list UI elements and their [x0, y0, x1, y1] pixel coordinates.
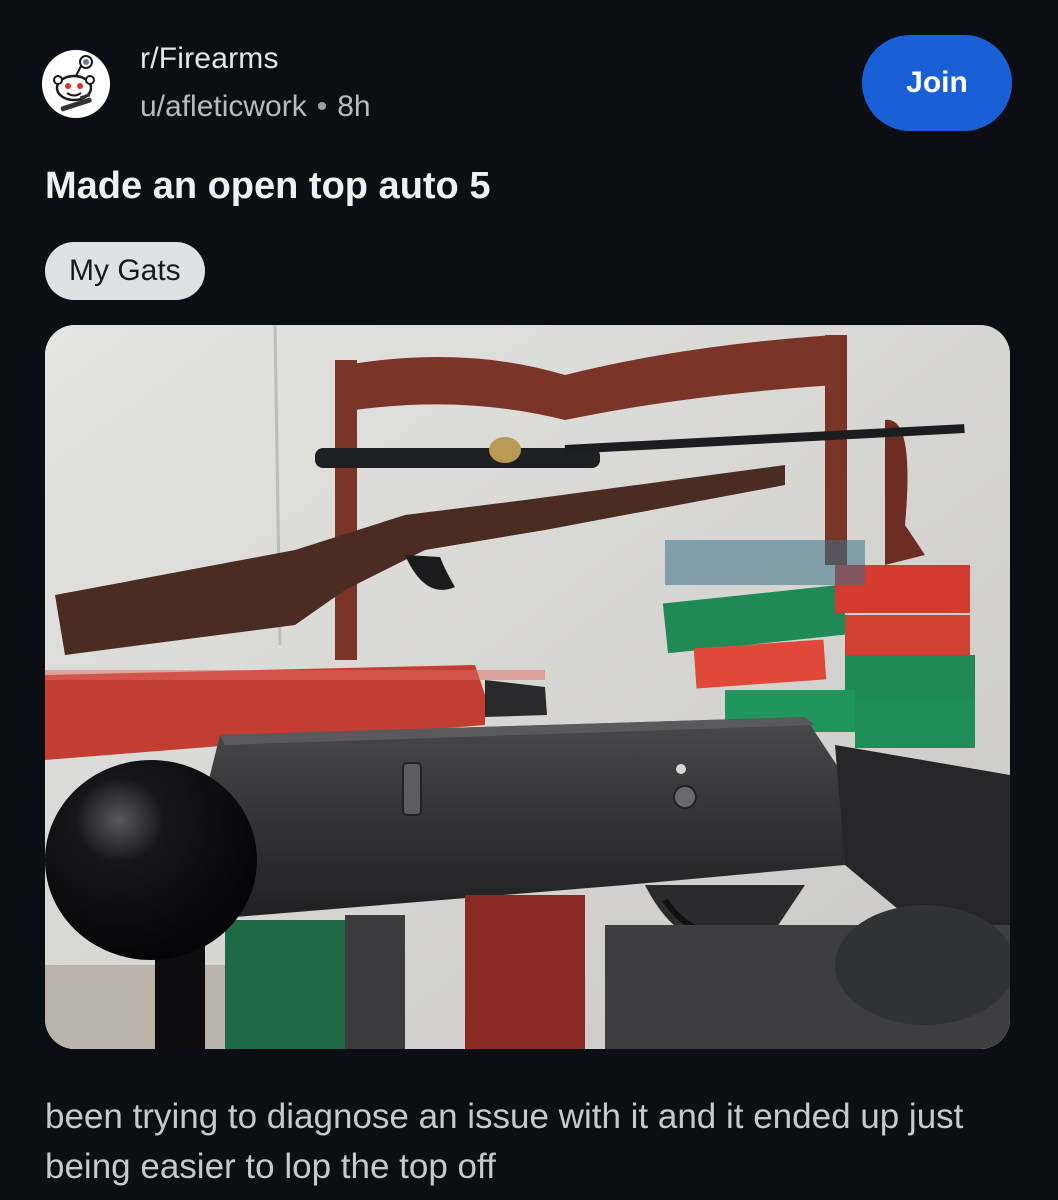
post-body: been trying to diagnose an issue with it… — [45, 1097, 964, 1186]
join-button[interactable]: Join — [862, 35, 1012, 131]
post-meta: u/afleticwork • 8h — [140, 90, 371, 124]
post-image[interactable] — [45, 325, 1010, 1049]
firearm-photo — [45, 325, 1010, 1049]
subreddit-avatar[interactable] — [42, 50, 110, 118]
post-title[interactable]: Made an open top auto 5 — [45, 165, 490, 208]
snoo-avatar-icon — [42, 50, 110, 118]
post-age: 8h — [337, 90, 371, 123]
post-flair[interactable]: My Gats — [45, 242, 205, 300]
author-name[interactable]: u/afleticwork — [140, 90, 307, 123]
subreddit-name[interactable]: r/Firearms — [140, 42, 279, 76]
meta-separator: • — [316, 90, 328, 123]
post-header: r/Firearms u/afleticwork • 8h Join — [42, 35, 1012, 138]
post-card: r/Firearms u/afleticwork • 8h Join Made an… — [0, 0, 1058, 1200]
